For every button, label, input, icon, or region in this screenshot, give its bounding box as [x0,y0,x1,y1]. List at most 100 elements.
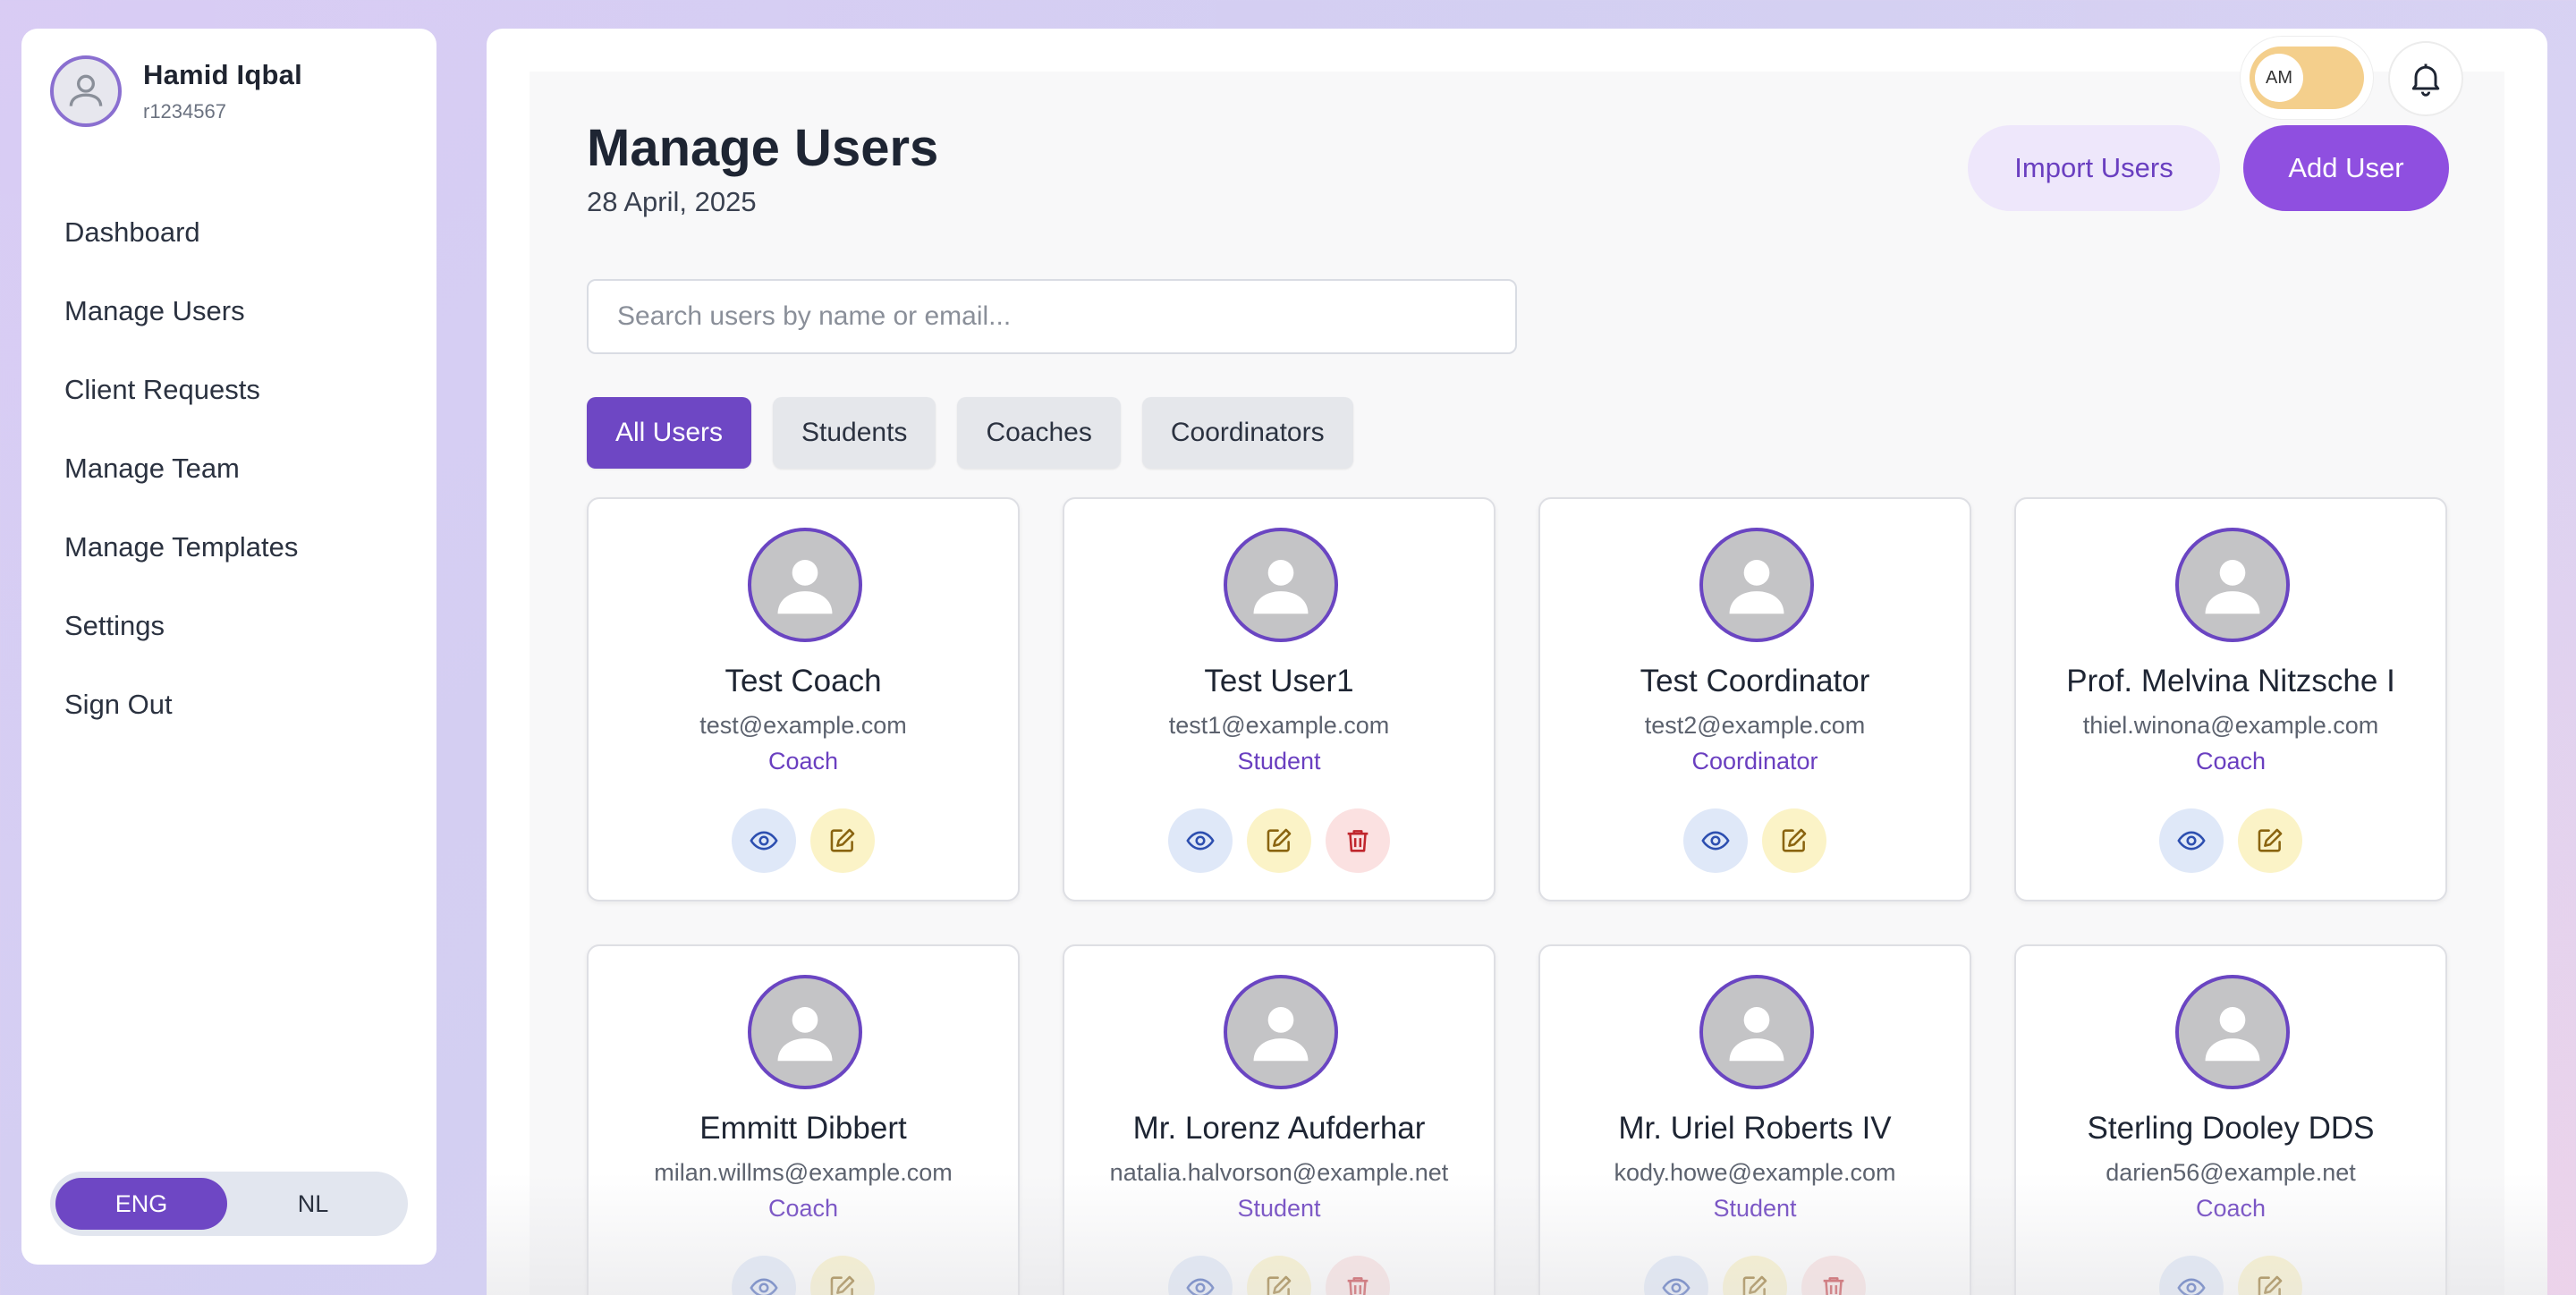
card-actions [1064,1256,1494,1295]
user-name: Test Coach [724,664,882,698]
user-role: Student [1713,1195,1797,1222]
sidebar-item-settings[interactable]: Settings [64,587,298,665]
sidebar-item-sign-out[interactable]: Sign Out [64,665,298,744]
delete-user-button[interactable] [1801,1256,1866,1295]
edit-icon [1782,828,1807,852]
card-actions [1540,808,1970,873]
user-name: Test Coordinator [1640,664,1870,698]
filter-tab-all-users[interactable]: All Users [587,397,752,469]
eye-icon [1186,831,1215,851]
user-grid: Test Coach test@example.com Coach Test User… [587,497,2447,1295]
language-switch: ENG NL [50,1172,408,1236]
edit-user-button[interactable] [2238,1256,2302,1295]
user-email: kody.howe@example.com [1614,1159,1896,1186]
user-email: natalia.halvorson@example.net [1109,1159,1449,1186]
view-user-button[interactable] [1168,1256,1233,1295]
user-role: Coach [767,748,839,774]
user-avatar [748,528,862,642]
search-input[interactable] [587,279,1517,354]
user-email: darien56@example.net [2106,1159,2356,1186]
user-role: Coach [2195,1195,2267,1222]
card-actions [1064,808,1494,873]
edit-icon [830,1275,855,1295]
sidebar-item-manage-users[interactable]: Manage Users [64,272,298,351]
filter-tabs: All Users Students Coaches Coordinators [587,397,1353,469]
edit-icon [1267,1275,1292,1295]
filter-tab-students[interactable]: Students [773,397,936,469]
sidebar-nav: Dashboard Manage Users Client Requests Mana… [64,193,298,744]
lang-nl-button[interactable]: NL [227,1178,399,1230]
view-user-button[interactable] [732,1256,796,1295]
eye-icon [1701,831,1730,851]
theme-toggle[interactable]: AM [2240,36,2374,120]
toggle-knob: AM [2255,54,2303,102]
filter-tab-coaches[interactable]: Coaches [957,397,1121,469]
edit-user-button[interactable] [1723,1256,1787,1295]
card-actions [2016,808,2445,873]
user-avatar [748,975,862,1089]
view-user-button[interactable] [1168,808,1233,873]
user-avatar-icon [2205,560,2260,614]
filter-tab-coordinators[interactable]: Coordinators [1141,397,1353,469]
user-card: Mr. Uriel Roberts IV kody.howe@example.co… [1538,944,1971,1295]
sidebar-item-client-requests[interactable]: Client Requests [64,351,298,429]
view-user-button[interactable] [2159,808,2224,873]
edit-icon [1267,828,1292,852]
user-card: Test Coordinator test2@example.com Coordin… [1538,497,1971,901]
user-role: Coordinator [1691,748,1818,774]
user-avatar-icon [1729,1007,1784,1062]
trash-icon [1347,1277,1368,1295]
user-email: test@example.com [699,712,907,739]
delete-user-button[interactable] [1326,1256,1390,1295]
user-role: Coach [767,1195,839,1222]
import-users-button[interactable]: Import Users [1968,125,2220,211]
sidebar: Hamid Iqbal r1234567 Dashboard Manage Use… [21,29,436,1265]
edit-user-button[interactable] [810,1256,875,1295]
notifications-button[interactable] [2388,41,2463,116]
eye-icon [1662,1278,1690,1295]
user-email: milan.willms@example.com [654,1159,953,1186]
view-user-button[interactable] [2159,1256,2224,1295]
profile-name: Hamid Iqbal [143,59,302,90]
user-avatar [2175,528,2290,642]
sidebar-item-dashboard[interactable]: Dashboard [64,193,298,272]
user-role: Student [1237,1195,1321,1222]
edit-user-button[interactable] [2238,808,2302,873]
sidebar-item-manage-team[interactable]: Manage Team [64,429,298,508]
sidebar-item-manage-templates[interactable]: Manage Templates [64,508,298,587]
profile[interactable]: Hamid Iqbal r1234567 [50,55,302,127]
main-panel: AM Manage Users 28 April, 2025 Import Us… [487,29,2547,1295]
delete-user-button[interactable] [1326,808,1390,873]
user-name: Test User1 [1204,664,1354,698]
user-avatar-icon [1729,560,1784,614]
eye-icon [1186,1278,1215,1295]
view-user-button[interactable] [1683,808,1748,873]
eye-icon [750,831,778,851]
view-user-button[interactable] [732,808,796,873]
edit-user-button[interactable] [810,808,875,873]
user-card: Mr. Lorenz Aufderhar natalia.halvorson@ex… [1063,944,1496,1295]
toggle-track[interactable]: AM [2250,47,2364,109]
lang-eng-button[interactable]: ENG [55,1178,227,1230]
card-actions [589,808,1018,873]
edit-user-button[interactable] [1247,1256,1311,1295]
user-avatar-icon [2205,1007,2260,1062]
card-actions [2016,1256,2445,1295]
user-avatar [1699,528,1814,642]
add-user-button[interactable]: Add User [2243,125,2449,211]
eye-icon [2177,831,2206,851]
page-title: Manage Users [587,119,939,177]
edit-user-button[interactable] [1762,808,1826,873]
user-avatar [2175,975,2290,1089]
user-name: Mr. Lorenz Aufderhar [1132,1111,1426,1146]
trash-icon [1347,830,1368,852]
trash-icon [1823,1277,1844,1295]
view-user-button[interactable] [1644,1256,1708,1295]
user-avatar [1224,528,1338,642]
user-role: Coach [2195,748,2267,774]
user-avatar-icon [1253,560,1309,614]
edit-user-button[interactable] [1247,808,1311,873]
user-role: Student [1237,748,1321,774]
user-name: Emmitt Dibbert [699,1111,907,1146]
user-email: thiel.winona@example.com [2082,712,2379,739]
